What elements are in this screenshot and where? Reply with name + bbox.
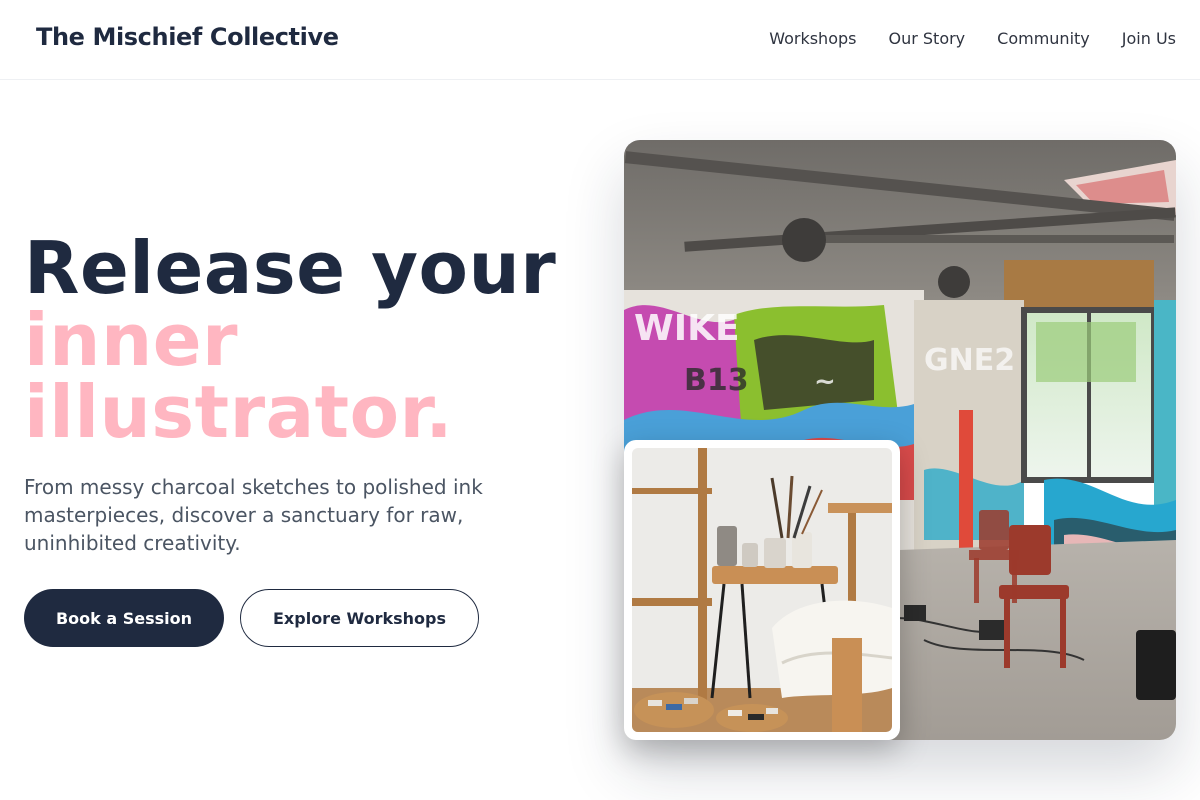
hero-title-accent-line: inner <box>24 298 239 382</box>
svg-text:GNE2: GNE2 <box>924 343 1015 378</box>
nav-link-join-us[interactable]: Join Us <box>1122 29 1176 48</box>
main-nav: Workshops Our Story Community Join Us <box>769 29 1176 48</box>
nav-link-community[interactable]: Community <box>997 29 1090 48</box>
hero-title: Release your inner illustrator. <box>24 232 556 448</box>
hero-title-accent-line: illustrator. <box>24 370 454 454</box>
nav-link-our-story[interactable]: Our Story <box>888 29 965 48</box>
hero-subtitle: From messy charcoal sketches to polished… <box>24 475 483 555</box>
svg-text:WIKE: WIKE <box>634 308 740 349</box>
art-supplies-table-photo <box>632 448 892 732</box>
site-header: The Mischief Collective Workshops Our St… <box>0 0 1200 80</box>
book-session-button[interactable]: Book a Session <box>24 589 224 647</box>
brand-logo-text[interactable]: The Mischief Collective <box>36 23 339 51</box>
svg-text:B13: B13 <box>684 363 749 398</box>
explore-workshops-button[interactable]: Explore Workshops <box>240 589 479 647</box>
inset-photo-frame <box>624 440 900 740</box>
nav-link-workshops[interactable]: Workshops <box>769 29 856 48</box>
hero-title-line: Release your <box>24 226 557 310</box>
svg-text:~: ~ <box>814 367 836 397</box>
